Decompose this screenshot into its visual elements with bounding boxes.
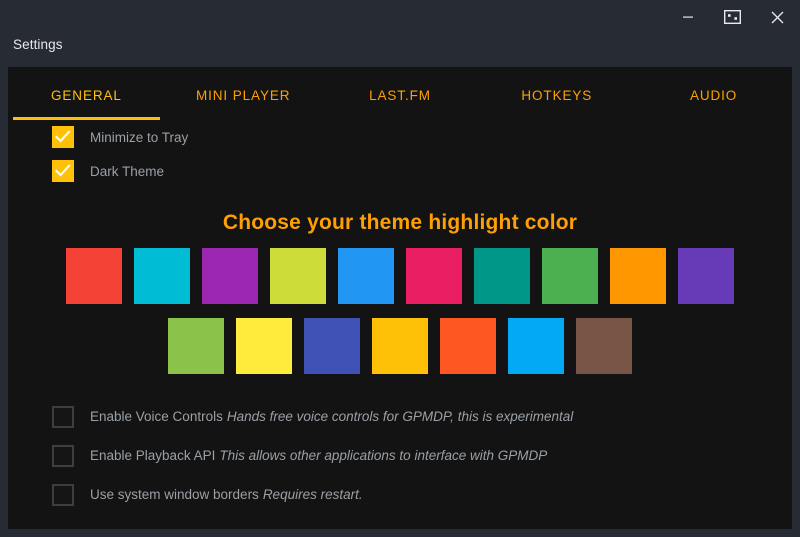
close-button[interactable] xyxy=(755,0,800,34)
option-hint: Requires restart. xyxy=(262,487,363,502)
option-row[interactable]: Dark Theme xyxy=(8,155,792,187)
option-row[interactable]: Minimize to Tray xyxy=(8,121,792,153)
theme-color-palette xyxy=(8,248,792,374)
color-swatch-purple[interactable] xyxy=(202,248,258,304)
option-row[interactable]: Use system window borders Requires restar… xyxy=(8,475,792,514)
swatch-row xyxy=(8,248,792,304)
color-swatch-green[interactable] xyxy=(542,248,598,304)
color-swatch-deep-orange[interactable] xyxy=(440,318,496,374)
option-text: Enable Playback API This allows other app… xyxy=(90,448,547,463)
option-label: Enable Voice Controls xyxy=(90,409,223,424)
option-text: Enable Voice Controls Hands free voice co… xyxy=(90,409,573,424)
color-swatch-light-blue[interactable] xyxy=(508,318,564,374)
tab-label: LAST.FM xyxy=(369,87,431,103)
tab-label: AUDIO xyxy=(689,87,738,103)
tab-audio[interactable]: AUDIO xyxy=(635,73,792,117)
title-bar: Settings xyxy=(0,0,800,67)
restore-button[interactable] xyxy=(710,0,755,34)
color-swatch-yellow[interactable] xyxy=(236,318,292,374)
theme-color-heading: Choose your theme highlight color xyxy=(222,211,578,234)
bottom-options-list: Enable Voice Controls Hands free voice co… xyxy=(8,397,792,514)
top-options-list: Minimize to Tray Dark Theme xyxy=(8,121,792,187)
option-row[interactable]: Enable Voice Controls Hands free voice co… xyxy=(8,397,792,436)
color-swatch-red[interactable] xyxy=(66,248,122,304)
option-label: Dark Theme xyxy=(90,163,165,179)
color-swatch-amber[interactable] xyxy=(372,318,428,374)
checkbox-unchecked-icon[interactable] xyxy=(52,483,74,506)
tab-label: GENERAL xyxy=(50,87,122,103)
color-swatch-deep-purple[interactable] xyxy=(678,248,734,304)
tab-bar: GENERAL MINI PLAYER LAST.FM HOTKEYS AUDIO xyxy=(8,67,792,120)
option-label: Enable Playback API xyxy=(90,448,216,463)
tab-mini-player[interactable]: MINI PLAYER xyxy=(165,73,322,117)
settings-content: GENERAL MINI PLAYER LAST.FM HOTKEYS AUDIO Mi… xyxy=(8,67,792,529)
checkbox-checked-icon[interactable] xyxy=(52,126,74,148)
page-title: Settings xyxy=(13,37,63,52)
tab-hotkeys[interactable]: HOTKEYS xyxy=(478,73,635,117)
option-hint: Hands free voice controls for GPMDP, thi… xyxy=(226,409,574,424)
tab-label: MINI PLAYER xyxy=(195,87,291,103)
option-text: Use system window borders Requires restar… xyxy=(90,487,363,502)
option-hint: This allows other applications to interf… xyxy=(219,448,548,463)
checkbox-unchecked-icon[interactable] xyxy=(52,444,74,467)
color-swatch-orange[interactable] xyxy=(610,248,666,304)
color-swatch-teal[interactable] xyxy=(474,248,530,304)
option-label: Minimize to Tray xyxy=(90,129,189,145)
minimize-button[interactable] xyxy=(665,0,710,34)
color-swatch-brown[interactable] xyxy=(576,318,632,374)
color-swatch-lime[interactable] xyxy=(270,248,326,304)
active-tab-underline xyxy=(13,117,160,120)
color-swatch-pink[interactable] xyxy=(406,248,462,304)
swatch-row xyxy=(8,318,792,374)
option-label: Use system window borders xyxy=(90,487,259,502)
color-swatch-cyan[interactable] xyxy=(134,248,190,304)
tab-general[interactable]: GENERAL xyxy=(8,73,165,120)
option-row[interactable]: Enable Playback API This allows other app… xyxy=(8,436,792,475)
color-swatch-indigo[interactable] xyxy=(304,318,360,374)
tab-label: HOTKEYS xyxy=(521,87,593,103)
tab-last-fm[interactable]: LAST.FM xyxy=(322,73,479,117)
checkbox-checked-icon[interactable] xyxy=(52,160,74,182)
restore-icon xyxy=(724,10,741,24)
checkbox-unchecked-icon[interactable] xyxy=(52,405,74,428)
color-swatch-blue[interactable] xyxy=(338,248,394,304)
color-swatch-light-green[interactable] xyxy=(168,318,224,374)
window-controls xyxy=(665,0,800,34)
close-icon xyxy=(771,11,784,24)
minimize-icon xyxy=(682,11,694,23)
settings-window: Settings GENERAL MINI PLAYER LAST.FM HOTKEY… xyxy=(0,0,800,537)
